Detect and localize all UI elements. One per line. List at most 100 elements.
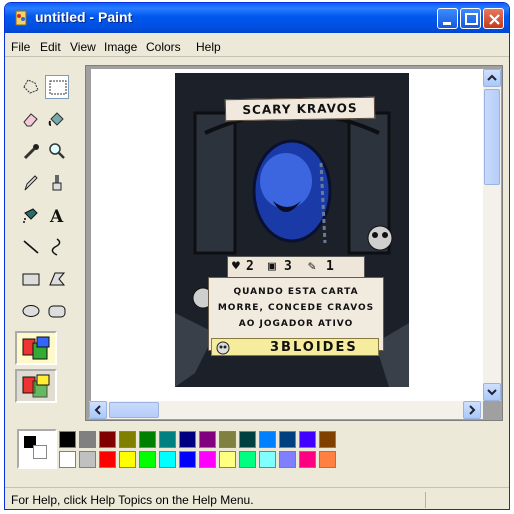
vertical-scroll-thumb[interactable] — [484, 89, 500, 185]
color-swatch[interactable] — [139, 451, 156, 468]
menu-view[interactable]: View — [70, 40, 96, 54]
color-swatch[interactable] — [319, 431, 336, 448]
color-swatch[interactable] — [59, 451, 76, 468]
pencil-tool[interactable] — [19, 171, 43, 195]
shield-value: 3 — [284, 259, 292, 274]
menu-file[interactable]: File — [11, 40, 30, 54]
title-bar[interactable]: untitled - Paint — [5, 3, 509, 33]
horizontal-scroll-thumb[interactable] — [109, 402, 159, 418]
maximize-button[interactable] — [460, 8, 481, 29]
eyedropper-icon — [23, 144, 39, 160]
color-swatch[interactable] — [179, 431, 196, 448]
brush-icon — [52, 175, 62, 191]
airbrush-icon — [23, 208, 38, 223]
brush-tool[interactable] — [45, 171, 69, 195]
free-form-select-tool[interactable] — [19, 75, 43, 99]
color-swatch[interactable] — [319, 451, 336, 468]
toolbox: A — [7, 65, 83, 405]
horizontal-scrollbar[interactable] — [89, 401, 483, 419]
color-swatch[interactable] — [99, 431, 116, 448]
color-swatch[interactable] — [299, 431, 316, 448]
pick-color-tool[interactable] — [19, 139, 43, 163]
paint-window: untitled - Paint File Edit View Image Co… — [4, 2, 510, 510]
chevron-up-icon — [487, 74, 497, 81]
color-swatch[interactable] — [199, 451, 216, 468]
eraser-tool[interactable] — [19, 107, 43, 131]
close-icon — [489, 14, 500, 25]
attack-value: 1 — [326, 259, 334, 274]
rectangle-icon — [22, 273, 40, 286]
color-swatch[interactable] — [219, 451, 236, 468]
fill-tool[interactable] — [45, 107, 69, 131]
description-line: MORRE, CONCEDE CRAVOS — [217, 303, 375, 313]
scroll-up-button[interactable] — [483, 69, 501, 87]
heart-icon: ♥ — [232, 259, 240, 274]
color-swatch[interactable] — [299, 451, 316, 468]
scroll-right-button[interactable] — [463, 401, 481, 419]
window-title: untitled - Paint — [35, 9, 133, 25]
color-swatch[interactable] — [199, 431, 216, 448]
select-tool[interactable] — [45, 75, 69, 99]
color-swatch[interactable] — [239, 451, 256, 468]
rect-select-icon — [49, 80, 67, 95]
pencil-icon — [24, 175, 38, 191]
magnifier-icon — [49, 143, 65, 159]
skull-icon — [216, 341, 230, 355]
curve-tool[interactable] — [45, 235, 69, 259]
color-swatch[interactable] — [119, 431, 136, 448]
chevron-left-icon — [94, 405, 101, 415]
card-image: SCARY KRAVOS ♥ 2 ▣ 3 ✎ 1 QUANDO ESTA CAR… — [175, 73, 409, 387]
color-swatch[interactable] — [99, 451, 116, 468]
menu-colors[interactable]: Colors — [146, 40, 181, 54]
color-swatch[interactable] — [119, 451, 136, 468]
color-swatch[interactable] — [219, 431, 236, 448]
svg-text:A: A — [49, 207, 64, 225]
ellipse-icon — [22, 305, 40, 317]
color-swatch[interactable] — [259, 451, 276, 468]
card-stats: ♥ 2 ▣ 3 ✎ 1 — [227, 256, 365, 278]
color-swatch[interactable] — [139, 431, 156, 448]
transparent-background-option[interactable] — [15, 369, 57, 403]
description-line: AO JOGADOR ATIVO — [238, 319, 354, 329]
color-swatch[interactable] — [279, 431, 296, 448]
color-swatch[interactable] — [179, 451, 196, 468]
maximize-icon — [465, 13, 478, 25]
text-icon: A — [49, 207, 64, 225]
scroll-left-button[interactable] — [89, 401, 107, 419]
chevron-right-icon — [469, 405, 476, 415]
color-swatch[interactable] — [259, 431, 276, 448]
line-icon — [23, 240, 39, 254]
color-swatch[interactable] — [79, 451, 96, 468]
menu-help[interactable]: Help — [196, 40, 221, 54]
color-swatch[interactable] — [59, 431, 76, 448]
card-tribe: 3BLOIDES — [211, 338, 379, 356]
line-tool[interactable] — [19, 235, 43, 259]
close-button[interactable] — [483, 8, 504, 29]
text-tool[interactable]: A — [45, 203, 69, 227]
shapes-opaque-icon — [22, 336, 50, 360]
color-palette — [9, 423, 507, 473]
shapes-transparent-icon — [22, 374, 50, 398]
opaque-background-option[interactable] — [15, 331, 57, 365]
color-swatch[interactable] — [279, 451, 296, 468]
free-select-icon — [23, 79, 39, 94]
color-swatch[interactable] — [79, 431, 96, 448]
color-swatch[interactable] — [159, 431, 176, 448]
vertical-scrollbar[interactable] — [483, 69, 501, 401]
color-swatch[interactable] — [159, 451, 176, 468]
scroll-down-button[interactable] — [483, 383, 501, 401]
minimize-button[interactable] — [437, 8, 458, 29]
color-swatch[interactable] — [239, 431, 256, 448]
menu-edit[interactable]: Edit — [40, 40, 61, 54]
polygon-tool[interactable] — [45, 267, 69, 291]
rectangle-tool[interactable] — [19, 267, 43, 291]
paint-app-icon — [15, 10, 27, 26]
curve-icon — [51, 238, 61, 256]
ellipse-tool[interactable] — [19, 299, 43, 323]
rounded-rectangle-tool[interactable] — [45, 299, 69, 323]
menu-image[interactable]: Image — [104, 40, 137, 54]
airbrush-tool[interactable] — [19, 203, 43, 227]
magnifier-tool[interactable] — [45, 139, 69, 163]
tribe-label: 3BLOIDES — [270, 340, 358, 355]
status-divider — [425, 492, 426, 508]
